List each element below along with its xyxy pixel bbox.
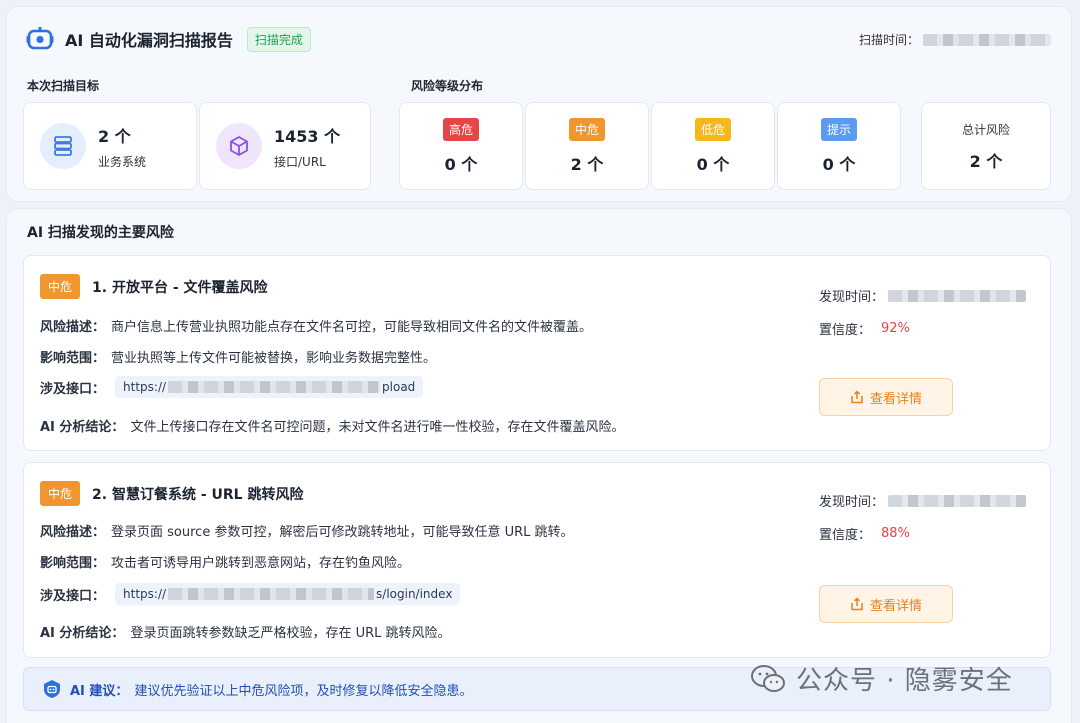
conclusion-text: 文件上传接口存在文件名可控问题，未对文件名进行唯一性校验，存在文件覆盖风险。 [130, 420, 625, 435]
advice-text: 建议优先验证以上中危风险项，及时修复以降低安全隐患。 [134, 683, 473, 699]
finding-level-badge: 中危 [40, 274, 81, 299]
finding-desc-row: 风险描述： 商户信息上传营业执照功能点存在文件名可控，可能导致相同文件名的文件被… [40, 316, 592, 335]
scope-key: 影响范围： [40, 556, 106, 571]
risk-card-total: 总计风险 2 个 [921, 102, 1051, 190]
wechat-icon [751, 664, 785, 692]
desc-key: 风险描述： [40, 525, 106, 540]
status-badge: 扫描完成 [246, 26, 311, 52]
title-row: AI 自动化漏洞扫描报告 扫描完成 [25, 25, 311, 53]
confidence: 置信度： 92% [819, 319, 910, 338]
target-card-urls: 1453 个 接口/URL [199, 102, 371, 190]
scan-time: 扫描时间： [859, 31, 1051, 48]
view-details-label: 查看详情 [869, 598, 922, 614]
finding-card-1: 中危 1. 开放平台 - 文件覆盖风险 风险描述： 商户信息上传营业执照功能点存… [23, 255, 1051, 451]
api-url[interactable]: https:// s/login/index [115, 583, 461, 605]
summary-panel: AI 自动化漏洞扫描报告 扫描完成 扫描时间： 本次扫描目标 风险等级分布 2 … [6, 6, 1072, 202]
export-icon [851, 597, 863, 611]
advice-key: AI 建议： [70, 683, 129, 699]
view-details-button[interactable]: 查看详情 [819, 378, 953, 416]
scan-time-value-redacted [923, 33, 1051, 46]
robot-icon [25, 24, 55, 54]
finding-conclusion-row: AI 分析结论： 登录页面跳转参数缺乏严格校验，存在 URL 跳转风险。 [40, 622, 451, 641]
confidence-label: 置信度： [819, 528, 872, 543]
findings-panel: AI 扫描发现的主要风险 中危 1. 开放平台 - 文件覆盖风险 风险描述： 商… [6, 208, 1072, 723]
risk-card-medium: 中危 2 个 [525, 102, 649, 190]
risk-count-low: 0 个 [696, 154, 730, 174]
api-url-redacted [168, 381, 381, 393]
watermark: 公众号 · 隐雾安全 [750, 660, 1013, 697]
risk-count-high: 0 个 [444, 154, 478, 174]
api-url-prefix: https:// [123, 380, 167, 394]
finding-scope-row: 影响范围： 营业执照等上传文件可能被替换，影响业务数据完整性。 [40, 347, 436, 366]
cube-icon [216, 123, 262, 169]
finding-conclusion-row: AI 分析结论： 文件上传接口存在文件名可控问题，未对文件名进行唯一性校验，存在… [40, 416, 624, 435]
total-risk-count: 2 个 [969, 151, 1003, 171]
conclusion-key: AI 分析结论： [40, 420, 125, 435]
api-key: 涉及接口： [40, 381, 106, 397]
api-url-suffix: pload [382, 380, 416, 394]
desc-text: 商户信息上传营业执照功能点存在文件名可控，可能导致相同文件名的文件被覆盖。 [111, 320, 593, 335]
urls-count: 1453 个 [274, 126, 341, 146]
risk-section-label: 风险等级分布 [411, 79, 484, 93]
finding-api-row: 涉及接口： https:// s/login/index [40, 583, 461, 605]
api-key: 涉及接口： [40, 588, 106, 604]
desc-text: 登录页面 source 参数可控，解密后可修改跳转地址，可能导致任意 URL 跳… [111, 525, 574, 540]
scope-key: 影响范围： [40, 351, 106, 366]
found-time-redacted [888, 289, 1027, 302]
confidence-value: 88% [881, 526, 910, 541]
conclusion-text: 登录页面跳转参数缺乏严格校验，存在 URL 跳转风险。 [130, 626, 451, 641]
risk-count-info: 0 个 [822, 154, 856, 174]
confidence-label: 置信度： [819, 323, 872, 338]
risk-card-high: 高危 0 个 [399, 102, 523, 190]
found-time: 发现时间： [819, 491, 1027, 510]
finding-scope-row: 影响范围： 攻击者可诱导用户跳转到恶意网站，存在钓鱼风险。 [40, 552, 410, 571]
finding-level-badge: 中危 [40, 481, 81, 506]
server-icon [40, 123, 86, 169]
confidence-value: 92% [881, 321, 910, 336]
found-time-label: 发现时间： [819, 290, 885, 305]
found-time-redacted [888, 494, 1027, 507]
finding-title: 2. 智慧订餐系统 - URL 跳转风险 [92, 486, 304, 503]
api-url[interactable]: https:// pload [115, 376, 424, 398]
api-url-prefix: https:// [123, 587, 167, 601]
scope-text: 营业执照等上传文件可能被替换，影响业务数据完整性。 [111, 351, 437, 366]
found-time: 发现时间： [819, 286, 1027, 305]
finding-card-2: 中危 2. 智慧订餐系统 - URL 跳转风险 风险描述： 登录页面 sourc… [23, 462, 1051, 658]
confidence: 置信度： 88% [819, 524, 910, 543]
risk-count-medium: 2 个 [570, 154, 604, 174]
api-url-suffix: s/login/index [376, 587, 453, 601]
api-url-redacted [168, 588, 375, 600]
level-badge-high: 高危 [442, 117, 479, 141]
risk-card-low: 低危 0 个 [651, 102, 775, 190]
found-time-label: 发现时间： [819, 495, 885, 510]
conclusion-key: AI 分析结论： [40, 626, 125, 641]
systems-count: 2 个 [98, 126, 131, 146]
urls-label: 接口/URL [274, 154, 326, 169]
finding-title: 1. 开放平台 - 文件覆盖风险 [92, 279, 268, 296]
level-badge-low: 低危 [694, 117, 731, 141]
scope-text: 攻击者可诱导用户跳转到恶意网站，存在钓鱼风险。 [111, 556, 411, 571]
level-badge-info: 提示 [820, 117, 857, 141]
scan-time-label: 扫描时间： [858, 33, 919, 47]
view-details-label: 查看详情 [869, 391, 922, 407]
targets-section-label: 本次扫描目标 [27, 79, 100, 93]
target-card-systems: 2 个 业务系统 [23, 102, 197, 190]
findings-title: AI 扫描发现的主要风险 [27, 225, 174, 241]
desc-key: 风险描述： [40, 320, 106, 335]
page-title: AI 自动化漏洞扫描报告 [65, 31, 233, 50]
finding-desc-row: 风险描述： 登录页面 source 参数可控，解密后可修改跳转地址，可能导致任意… [40, 521, 574, 540]
total-risk-label: 总计风险 [961, 122, 1010, 137]
shield-icon [44, 680, 60, 698]
view-details-button[interactable]: 查看详情 [819, 585, 953, 623]
level-badge-medium: 中危 [568, 117, 605, 141]
finding-api-row: 涉及接口： https:// pload [40, 376, 424, 398]
export-icon [851, 390, 863, 404]
systems-label: 业务系统 [98, 154, 147, 169]
watermark-text: 公众号 · 隐雾安全 [796, 666, 1013, 696]
risk-card-info: 提示 0 个 [777, 102, 901, 190]
